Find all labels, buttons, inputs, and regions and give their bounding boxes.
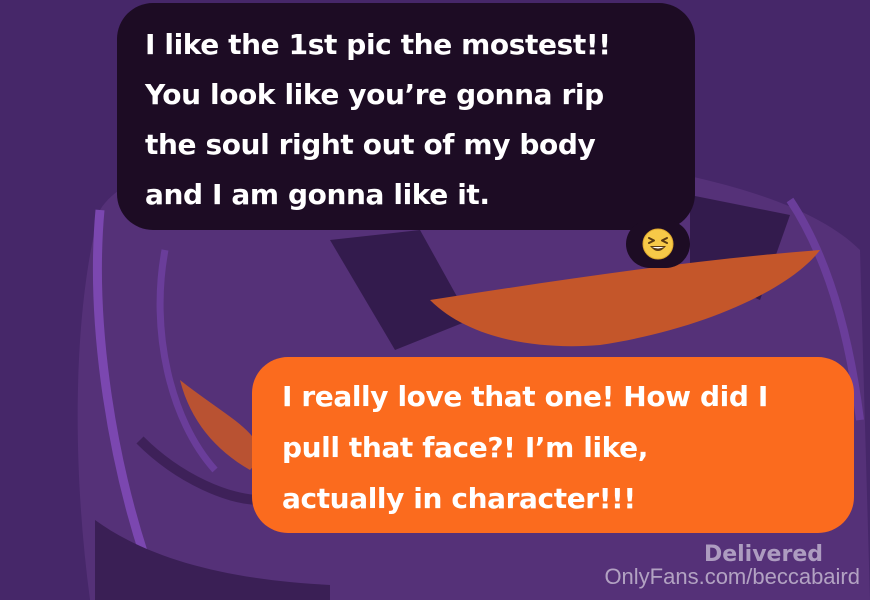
message-reaction[interactable] (626, 220, 690, 268)
laughing-squinting-emoji-icon (642, 228, 674, 260)
watermark: OnlyFans.com/beccabaird (604, 564, 860, 589)
outgoing-message-bubble[interactable]: I really love that one! How did I pull t… (252, 357, 854, 533)
incoming-message-bubble[interactable]: I like the 1st pic the mostest!! You loo… (117, 3, 695, 230)
